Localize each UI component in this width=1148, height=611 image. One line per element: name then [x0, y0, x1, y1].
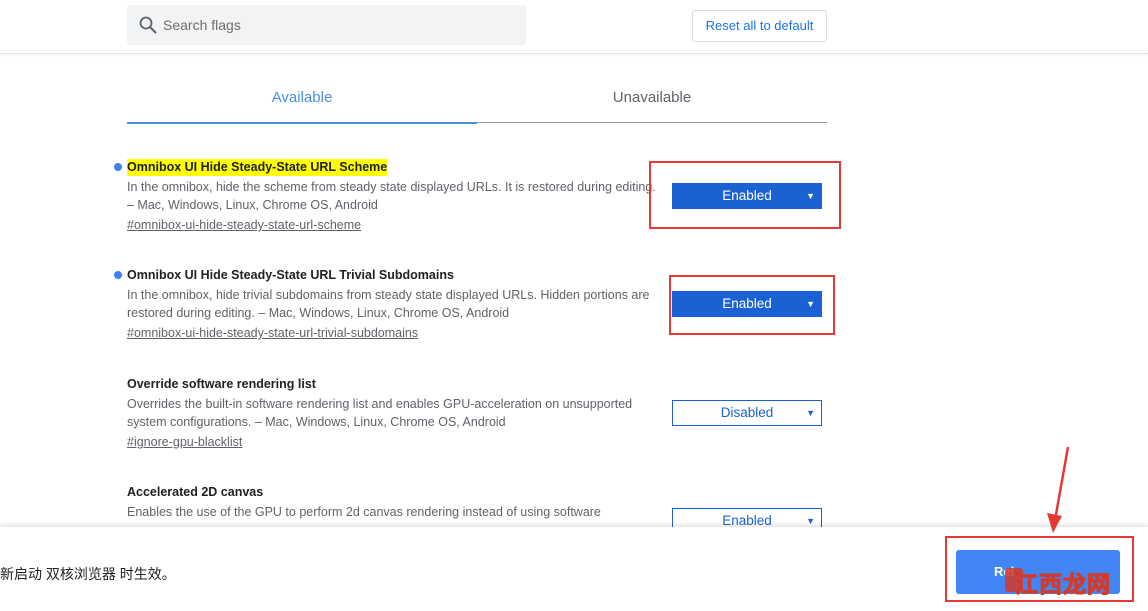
experiment-state-select[interactable]: Enabled ▼ [672, 183, 822, 209]
experiment-omnibox-hide-scheme: Omnibox UI Hide Steady-State URL Scheme … [114, 158, 667, 234]
experiment-override-software-rendering: Override software rendering list Overrid… [127, 375, 667, 451]
experiment-title: Accelerated 2D canvas [127, 485, 264, 499]
search-input[interactable] [163, 15, 503, 35]
experiment-permalink[interactable]: #omnibox-ui-hide-steady-state-url-scheme [127, 216, 361, 234]
select-value: Enabled [722, 513, 772, 528]
relaunch-bar: 新启动 双核浏览器 时生效。 Rel [0, 527, 1148, 611]
experiment-title: Omnibox UI Hide Steady-State URL Trivial… [127, 268, 454, 282]
experiment-state-select[interactable]: Enabled ▼ [672, 291, 822, 317]
tab-available[interactable]: Available [127, 78, 477, 124]
flags-header: Reset all to default [0, 0, 1148, 54]
reset-all-button[interactable]: Reset all to default [692, 10, 827, 42]
experiment-permalink[interactable]: #omnibox-ui-hide-steady-state-url-trivia… [127, 324, 418, 342]
experiment-description: Enables the use of the GPU to perform 2d… [127, 505, 601, 519]
experiment-omnibox-hide-trivial-subdomains: Omnibox UI Hide Steady-State URL Trivial… [114, 266, 667, 342]
experiment-state-select[interactable]: Disabled ▼ [672, 400, 822, 426]
experiment-title: Override software rendering list [127, 377, 316, 391]
watermark-text: 江西龙网 [1015, 571, 1111, 598]
modified-indicator-dot [114, 163, 122, 171]
caret-down-icon: ▼ [806, 408, 815, 418]
experiment-title: Omnibox UI Hide Steady-State URL Scheme [127, 159, 388, 176]
relaunch-message: 新启动 双核浏览器 时生效。 [0, 566, 176, 582]
caret-down-icon: ▼ [806, 299, 815, 309]
watermark-logo: 江西龙网 [1003, 562, 1113, 598]
select-value: Enabled [722, 188, 772, 203]
experiment-description: In the omnibox, hide trivial subdomains … [127, 288, 650, 320]
search-icon [139, 16, 157, 34]
tab-unavailable[interactable]: Unavailable [477, 78, 827, 122]
experiment-accelerated-2d-canvas: Accelerated 2D canvas Enables the use of… [127, 483, 667, 521]
tab-bar: Available Unavailable [127, 78, 827, 124]
select-value: Disabled [720, 405, 774, 420]
experiment-permalink[interactable]: #ignore-gpu-blacklist [127, 433, 242, 451]
search-box[interactable] [127, 5, 526, 45]
experiment-description: Overrides the built-in software renderin… [127, 397, 633, 429]
modified-indicator-dot [114, 271, 122, 279]
caret-down-icon: ▼ [806, 191, 815, 201]
select-value: Enabled [722, 296, 772, 311]
experiment-description: In the omnibox, hide the scheme from ste… [127, 180, 656, 212]
